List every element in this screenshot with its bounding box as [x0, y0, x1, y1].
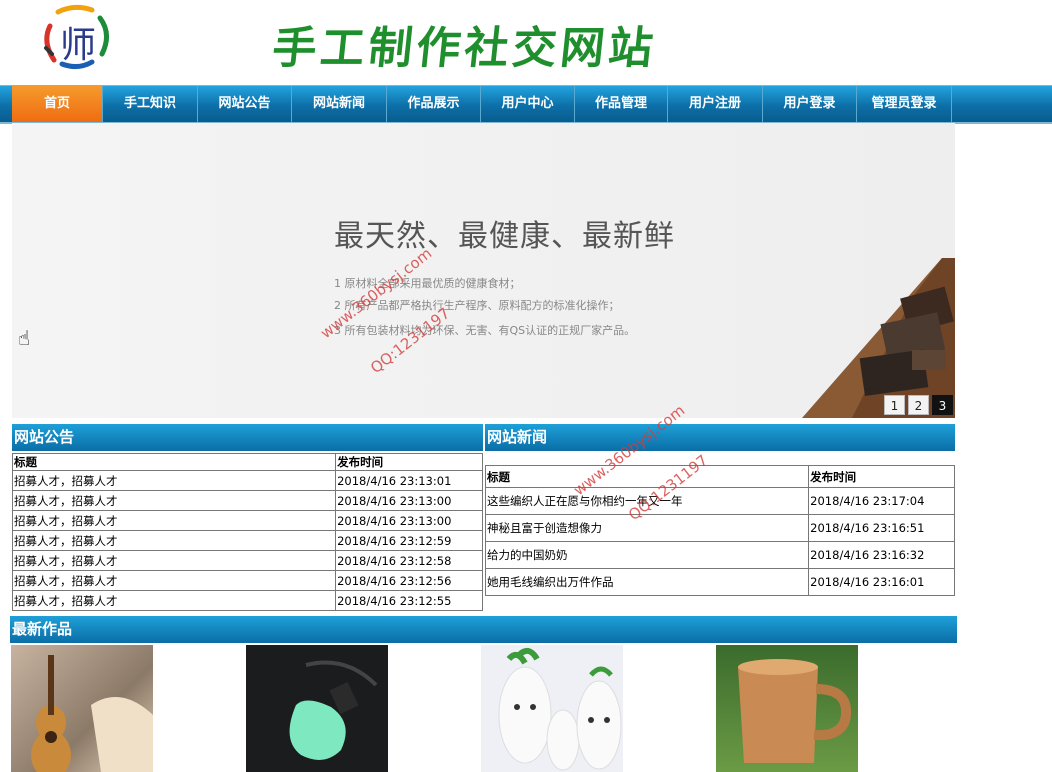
- nav-item-3[interactable]: 网站公告: [198, 86, 292, 122]
- col-title: 标题: [11, 453, 337, 471]
- table-row[interactable]: 给力的中国奶奶 2018/4/16 23:16:32: [484, 541, 955, 569]
- watermark-qq: QQ:1231197: [367, 304, 454, 378]
- nav-item-5[interactable]: 作品展示: [387, 86, 481, 122]
- banner-page-button-3[interactable]: 3: [932, 395, 953, 415]
- nav-item-9[interactable]: 用户登录: [763, 86, 857, 122]
- row-title[interactable]: 招募人才，招募人才: [11, 510, 337, 531]
- hero-banner[interactable]: 最天然、最健康、最新鲜 1 原材料全部采用最优质的健康食材； 2 所有产品都严格…: [12, 123, 955, 418]
- table-row[interactable]: 招募人才，招募人才 2018/4/16 23:13:00: [11, 490, 483, 511]
- work-thumb-2[interactable]: [246, 645, 388, 772]
- table-row[interactable]: 招募人才，招募人才 2018/4/16 23:12:56: [11, 570, 483, 591]
- row-title[interactable]: 招募人才，招募人才: [11, 530, 337, 551]
- row-title[interactable]: 神秘且富于创造想像力: [484, 514, 810, 542]
- row-time: 2018/4/16 23:12:59: [335, 530, 483, 551]
- work-thumb-3[interactable]: [481, 645, 623, 772]
- table-row[interactable]: 招募人才，招募人才 2018/4/16 23:12:55: [11, 590, 483, 611]
- site-header: 师 手工制作社交网站: [0, 0, 1052, 85]
- nav-item-10[interactable]: 管理员登录: [857, 86, 952, 122]
- nav-item-8[interactable]: 用户注册: [668, 86, 763, 122]
- row-time: 2018/4/16 23:16:32: [808, 541, 955, 569]
- nav-item-7[interactable]: 作品管理: [575, 86, 668, 122]
- col-time: 发布时间: [808, 465, 955, 488]
- banner-page-button-1[interactable]: 1: [884, 395, 905, 415]
- work-thumb-4[interactable]: [716, 645, 858, 772]
- row-title[interactable]: 她用毛线编织出万件作品: [484, 568, 810, 596]
- row-title[interactable]: 招募人才，招募人才: [11, 490, 337, 511]
- row-title[interactable]: 招募人才，招募人才: [11, 590, 337, 611]
- table-row[interactable]: 这些编织人正在愿与你相约一年又一年 2018/4/16 23:17:04: [484, 487, 955, 515]
- nav-item-4[interactable]: 网站新闻: [292, 86, 387, 122]
- lamp-icon: [289, 660, 378, 760]
- row-time: 2018/4/16 23:12:56: [335, 570, 483, 591]
- table-row[interactable]: 神秘且富于创造想像力 2018/4/16 23:16:51: [484, 514, 955, 542]
- nav-item-1[interactable]: 首页: [12, 86, 103, 122]
- row-title[interactable]: 招募人才，招募人才: [11, 570, 337, 591]
- table-row[interactable]: 招募人才，招募人才 2018/4/16 23:13:01: [11, 470, 483, 491]
- nav-item-2[interactable]: 手工知识: [103, 86, 198, 122]
- wooden-cup-icon: [738, 659, 852, 763]
- site-title: 手工制作社交网站: [269, 23, 660, 74]
- news-table: 标题 发布时间 这些编织人正在愿与你相约一年又一年 2018/4/16 23:17…: [484, 465, 955, 596]
- guitar-icon: [31, 655, 153, 772]
- table-row[interactable]: 她用毛线编织出万件作品 2018/4/16 23:16:01: [484, 568, 955, 596]
- row-time: 2018/4/16 23:13:00: [335, 490, 483, 511]
- table-row[interactable]: 招募人才，招募人才 2018/4/16 23:12:58: [11, 550, 483, 571]
- row-title[interactable]: 给力的中国奶奶: [484, 541, 810, 569]
- banner-line-3: 3 所有包装材料均为环保、无害、有QS认证的正规厂家产品。: [334, 324, 636, 337]
- col-title: 标题: [484, 465, 810, 488]
- banner-product-image: [802, 258, 955, 418]
- col-time: 发布时间: [335, 453, 483, 471]
- banner-page-button-2[interactable]: 2: [908, 395, 929, 415]
- row-title[interactable]: 招募人才，招募人才: [11, 470, 337, 491]
- banner-line-1: 1 原材料全部采用最优质的健康食材；: [334, 277, 521, 290]
- banner-headline: 最天然、最健康、最新鲜: [334, 219, 675, 254]
- nav-item-6[interactable]: 用户中心: [481, 86, 575, 122]
- row-time: 2018/4/16 23:16:01: [808, 568, 955, 596]
- table-row[interactable]: 招募人才，招募人才 2018/4/16 23:13:00: [11, 510, 483, 531]
- announcements-header: 网站公告: [12, 424, 483, 451]
- row-time: 2018/4/16 23:12:58: [335, 550, 483, 571]
- row-time: 2018/4/16 23:12:55: [335, 590, 483, 611]
- works-header: 最新作品: [10, 616, 957, 643]
- row-time: 2018/4/16 23:13:01: [335, 470, 483, 491]
- pointer-cursor-icon: ☝: [18, 326, 31, 350]
- site-logo[interactable]: 师: [40, 4, 114, 70]
- row-time: 2018/4/16 23:13:00: [335, 510, 483, 531]
- work-thumb-1[interactable]: [11, 645, 153, 772]
- main-nav: 首页 手工知识 网站公告 网站新闻 作品展示 用户中心 作品管理 用户注册 用户登录 管理员登录: [0, 85, 1052, 124]
- table-row[interactable]: 招募人才，招募人才 2018/4/16 23:12:59: [11, 530, 483, 551]
- announcements-table: 标题 发布时间 招募人才，招募人才 2018/4/16 23:13:01 招募人才，…: [11, 453, 483, 611]
- logo-text: 师: [60, 25, 97, 66]
- row-time: 2018/4/16 23:17:04: [808, 487, 955, 515]
- radish-dolls-icon: [498, 647, 622, 771]
- row-time: 2018/4/16 23:16:51: [808, 514, 955, 542]
- news-header: 网站新闻: [485, 424, 955, 451]
- row-title[interactable]: 招募人才，招募人才: [11, 550, 337, 571]
